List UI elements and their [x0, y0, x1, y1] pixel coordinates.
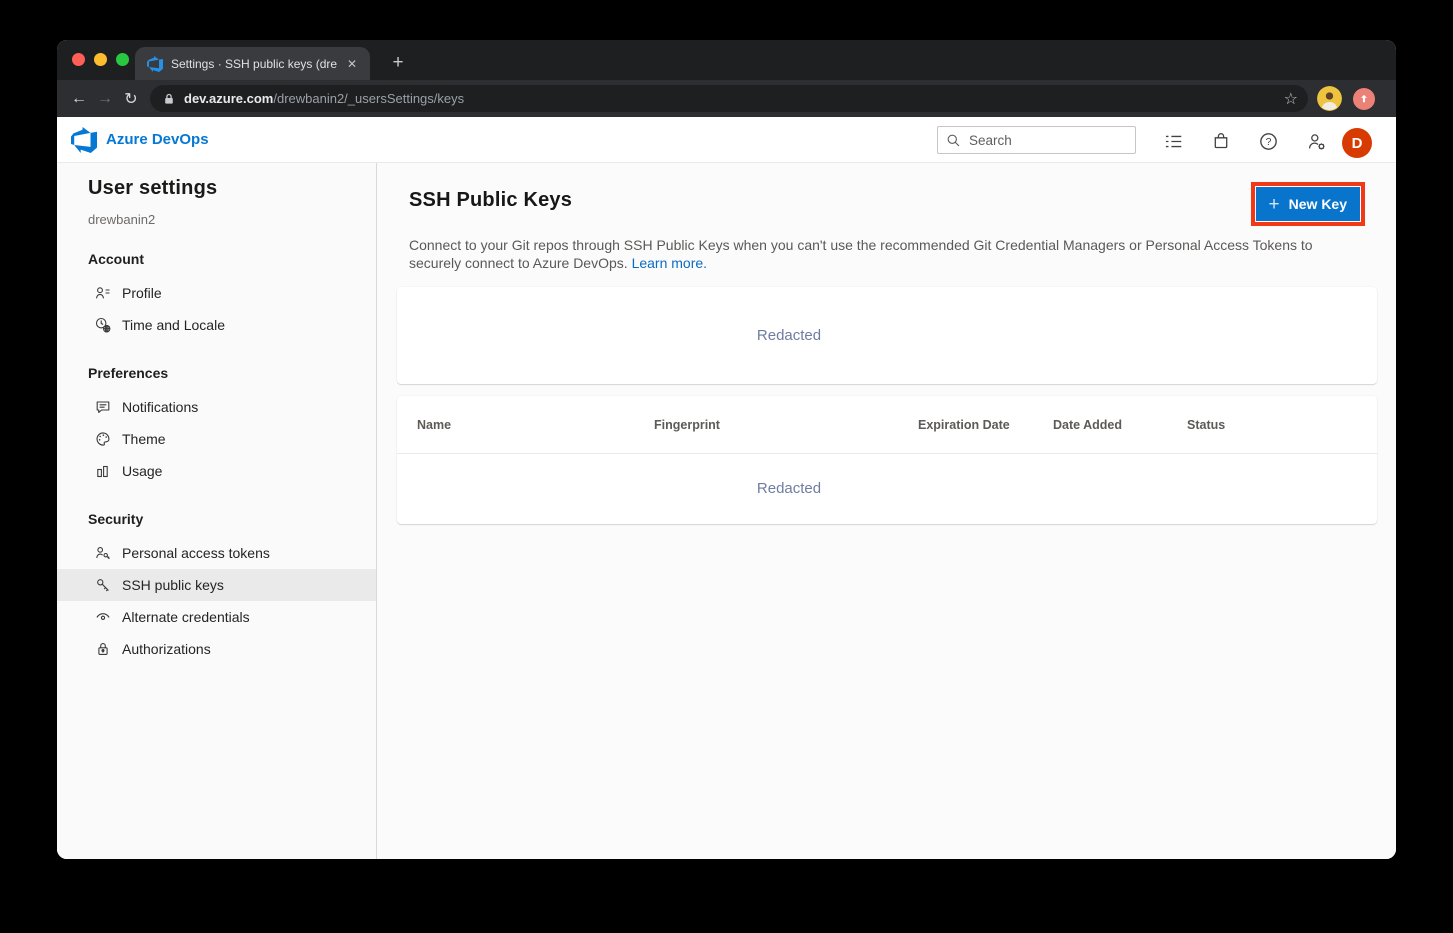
plus-icon: +	[1269, 195, 1280, 214]
ssh-keys-info-card: Redacted	[397, 287, 1377, 384]
table-row: Redacted	[397, 454, 1377, 523]
page-title: SSH Public Keys	[409, 189, 1364, 212]
sidebar-item-profile[interactable]: Profile	[57, 277, 376, 309]
bookmark-star-icon[interactable]: ☆	[1284, 89, 1298, 109]
reload-button[interactable]: ↻	[118, 89, 144, 109]
sidebar-item-authorizations[interactable]: Authorizations	[57, 633, 376, 665]
description-text: Connect to your Git repos through SSH Pu…	[409, 237, 1313, 271]
new-key-button-label: New Key	[1289, 196, 1347, 212]
eye-icon	[95, 609, 111, 625]
sidebar-item-label: Time and Locale	[122, 317, 225, 333]
url-path: /drewbanin2/_usersSettings/keys	[273, 91, 464, 106]
brand-title[interactable]: Azure DevOps	[106, 131, 209, 148]
sidebar-item-time-and-locale[interactable]: Time and Locale	[57, 309, 376, 341]
page-description: Connect to your Git repos through SSH Pu…	[409, 237, 1349, 272]
address-bar[interactable]: dev.azure.com/drewbanin2/_usersSettings/…	[150, 85, 1308, 112]
marketplace-bag-icon[interactable]	[1210, 130, 1232, 152]
profile-icon	[95, 285, 111, 301]
close-window-button[interactable]	[72, 53, 85, 66]
browser-toolbar: ← → ↻ dev.azure.com/drewbanin2/_usersSet…	[57, 80, 1396, 117]
sidebar-item-label: Notifications	[122, 399, 198, 415]
sidebar-section-security: Security	[88, 511, 376, 527]
sidebar-section-account: Account	[88, 251, 376, 267]
column-header-name: Name	[417, 418, 654, 432]
sidebar-item-label: Profile	[122, 285, 162, 301]
work-items-list-icon[interactable]	[1162, 130, 1184, 152]
sidebar-item-label: SSH public keys	[122, 577, 224, 593]
new-key-button[interactable]: + New Key	[1256, 187, 1360, 221]
page-body: User settings drewbanin2 Account Profile…	[57, 163, 1396, 859]
column-header-date-added: Date Added	[1053, 418, 1187, 432]
sidebar-item-ssh-public-keys[interactable]: SSH public keys	[57, 569, 376, 601]
sidebar-item-alternate-credentials[interactable]: Alternate credentials	[57, 601, 376, 633]
sidebar-item-label: Usage	[122, 463, 162, 479]
up-arrow-icon	[1357, 92, 1371, 106]
search-input[interactable]	[969, 133, 1119, 148]
sidebar: User settings drewbanin2 Account Profile…	[57, 163, 377, 859]
https-lock-icon	[163, 93, 175, 105]
help-icon[interactable]: ?	[1257, 130, 1279, 152]
browser-window: Settings · SSH public keys (dre ✕ + ← → …	[57, 40, 1396, 859]
browser-tab[interactable]: Settings · SSH public keys (dre ✕	[135, 47, 370, 80]
browser-profile-avatar[interactable]	[1317, 86, 1342, 111]
sidebar-item-label: Personal access tokens	[122, 545, 270, 561]
search-box[interactable]	[937, 126, 1136, 154]
learn-more-link[interactable]: Learn more.	[632, 255, 707, 271]
sidebar-item-theme[interactable]: Theme	[57, 423, 376, 455]
profile-photo	[1317, 86, 1342, 111]
ssh-keys-table-card: Name Fingerprint Expiration Date Date Ad…	[397, 396, 1377, 524]
browser-update-icon[interactable]	[1353, 88, 1375, 110]
sidebar-item-label: Alternate credentials	[122, 609, 250, 625]
sidebar-item-notifications[interactable]: Notifications	[57, 391, 376, 423]
back-button[interactable]: ←	[66, 90, 92, 108]
time-locale-icon	[95, 317, 111, 333]
account-name: drewbanin2	[88, 212, 376, 227]
sidebar-section-preferences: Preferences	[88, 365, 376, 381]
sidebar-title: User settings	[88, 177, 376, 200]
azure-devops-logo[interactable]	[71, 127, 97, 153]
main-content: SSH Public Keys + New Key Connect to you…	[377, 163, 1396, 859]
personal-access-tokens-icon	[95, 545, 111, 561]
usage-icon	[95, 463, 111, 479]
sidebar-item-label: Theme	[122, 431, 166, 447]
desktop-background: Settings · SSH public keys (dre ✕ + ← → …	[0, 0, 1453, 933]
column-header-expiration-date: Expiration Date	[918, 418, 1053, 432]
azure-devops-favicon	[147, 56, 163, 72]
table-header-row: Name Fingerprint Expiration Date Date Ad…	[397, 396, 1377, 454]
search-icon	[946, 133, 961, 148]
ssh-key-icon	[95, 577, 111, 593]
tab-title: Settings · SSH public keys (dre	[171, 57, 343, 71]
sidebar-item-personal-access-tokens[interactable]: Personal access tokens	[57, 537, 376, 569]
column-header-fingerprint: Fingerprint	[654, 418, 918, 432]
azure-devops-header: Azure DevOps ? D	[57, 117, 1396, 163]
redacted-content: Redacted	[757, 327, 821, 344]
maximize-window-button[interactable]	[116, 53, 129, 66]
user-avatar[interactable]: D	[1342, 128, 1372, 158]
minimize-window-button[interactable]	[94, 53, 107, 66]
browser-tab-bar: Settings · SSH public keys (dre ✕ +	[57, 40, 1396, 80]
tab-close-icon[interactable]: ✕	[343, 55, 361, 73]
annotation-highlight: + New Key	[1251, 182, 1365, 226]
url-host: dev.azure.com	[184, 91, 273, 106]
lock-icon	[95, 641, 111, 657]
user-settings-gear-icon[interactable]	[1305, 130, 1327, 152]
column-header-status: Status	[1187, 418, 1377, 432]
new-tab-button[interactable]: +	[384, 49, 412, 77]
window-controls	[72, 53, 129, 66]
sidebar-item-label: Authorizations	[122, 641, 211, 657]
svg-text:?: ?	[1265, 136, 1271, 148]
theme-icon	[95, 431, 111, 447]
forward-button[interactable]: →	[92, 90, 118, 108]
redacted-content: Redacted	[757, 480, 821, 497]
sidebar-item-usage[interactable]: Usage	[57, 455, 376, 487]
notifications-icon	[95, 399, 111, 415]
